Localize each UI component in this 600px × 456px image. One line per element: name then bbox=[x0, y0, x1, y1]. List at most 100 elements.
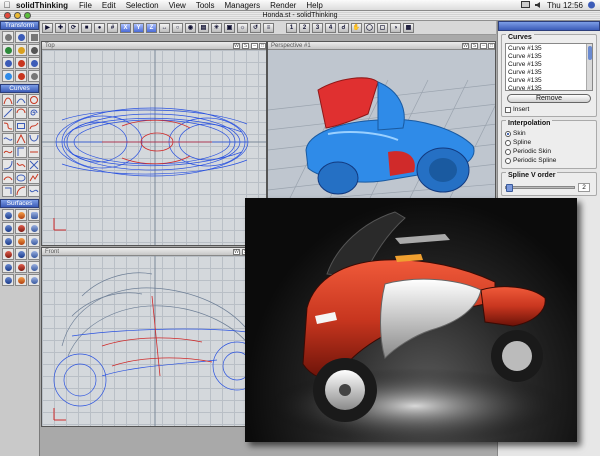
curve-tool[interactable] bbox=[15, 94, 27, 106]
menu-selection[interactable]: Selection bbox=[126, 1, 159, 10]
close-icon[interactable] bbox=[4, 12, 11, 19]
view-3-button[interactable]: 3 bbox=[312, 22, 323, 33]
radio-button[interactable] bbox=[505, 148, 511, 155]
options-tool-button[interactable]: ≡ bbox=[263, 22, 274, 33]
viewport-maximize-icon[interactable]: □ bbox=[488, 43, 495, 49]
radio-spline[interactable]: Spline bbox=[505, 138, 593, 147]
render-tool-button[interactable]: ☀ bbox=[211, 22, 222, 33]
curve-tool[interactable] bbox=[28, 133, 40, 145]
radio-periodic-spline[interactable]: Periodic Spline bbox=[505, 156, 593, 165]
orbit-tool-button[interactable]: ◯ bbox=[364, 22, 375, 33]
surface-tool[interactable] bbox=[2, 261, 14, 273]
curve-tool[interactable] bbox=[2, 120, 14, 132]
radio-button[interactable] bbox=[505, 139, 511, 146]
curve-tool[interactable] bbox=[2, 146, 14, 158]
grid-tool-button[interactable]: # bbox=[107, 22, 118, 33]
curve-tool[interactable] bbox=[2, 94, 14, 106]
transform-tool[interactable] bbox=[15, 57, 27, 69]
volume-icon[interactable] bbox=[534, 1, 543, 9]
palette-section-transform[interactable]: Transform bbox=[0, 21, 39, 30]
surface-tool[interactable] bbox=[28, 209, 40, 221]
insert-checkbox-row[interactable]: Insert bbox=[505, 106, 593, 113]
pan-tool-button[interactable]: ✋ bbox=[351, 22, 362, 33]
viewport-front[interactable]: Front W S – □ bbox=[41, 247, 267, 427]
axis-x-button[interactable]: X bbox=[120, 22, 131, 33]
surface-tool[interactable] bbox=[2, 209, 14, 221]
menu-managers[interactable]: Managers bbox=[225, 1, 261, 10]
camera-tool-button[interactable]: ▣ bbox=[224, 22, 235, 33]
palette-section-curves[interactable]: Curves bbox=[0, 84, 39, 93]
transform-tool[interactable] bbox=[28, 70, 40, 82]
curve-tool[interactable] bbox=[15, 159, 27, 171]
surface-tool[interactable] bbox=[15, 235, 27, 247]
surface-tool[interactable] bbox=[15, 274, 27, 286]
spline-order-slider[interactable] bbox=[505, 184, 575, 192]
curve-tool[interactable] bbox=[28, 185, 40, 197]
list-scrollbar[interactable] bbox=[586, 44, 592, 90]
app-menu[interactable]: solidThinking bbox=[16, 1, 68, 10]
surface-tool[interactable] bbox=[2, 274, 14, 286]
view-2-button[interactable]: 2 bbox=[299, 22, 310, 33]
curve-tool[interactable] bbox=[28, 172, 40, 184]
viewport-maximize-icon[interactable]: □ bbox=[259, 43, 266, 49]
measure-tool-button[interactable]: ↔ bbox=[159, 22, 170, 33]
zoom-icon[interactable] bbox=[24, 12, 31, 19]
scale-tool-button[interactable]: ■ bbox=[81, 22, 92, 33]
curve-tool[interactable] bbox=[2, 107, 14, 119]
curve-tool[interactable] bbox=[2, 159, 14, 171]
show-tool-button[interactable]: ◉ bbox=[185, 22, 196, 33]
transform-tool[interactable] bbox=[2, 70, 14, 82]
move-tool-button[interactable]: ✚ bbox=[55, 22, 66, 33]
curve-tool[interactable] bbox=[2, 185, 14, 197]
curve-tool[interactable] bbox=[28, 94, 40, 106]
radio-button[interactable] bbox=[505, 157, 511, 164]
surface-tool[interactable] bbox=[15, 261, 27, 273]
menu-view[interactable]: View bbox=[169, 1, 186, 10]
insert-checkbox[interactable] bbox=[505, 106, 511, 113]
axis-z-button[interactable]: Z bbox=[146, 22, 157, 33]
surface-tool[interactable] bbox=[2, 222, 14, 234]
curve-tool[interactable] bbox=[15, 185, 27, 197]
menu-render[interactable]: Render bbox=[270, 1, 296, 10]
axis-y-button[interactable]: Y bbox=[133, 22, 144, 33]
curve-tool[interactable] bbox=[15, 107, 27, 119]
select-tool-button[interactable]: ▶ bbox=[42, 22, 53, 33]
hide-tool-button[interactable]: ○ bbox=[172, 22, 183, 33]
view-1-button[interactable]: 1 bbox=[286, 22, 297, 33]
list-item[interactable]: Curve #135 bbox=[508, 69, 590, 77]
transform-tool[interactable] bbox=[15, 31, 27, 43]
curve-tool[interactable] bbox=[2, 172, 14, 184]
viewport-wire-icon[interactable]: W bbox=[233, 43, 240, 49]
viewport-minimize-icon[interactable]: – bbox=[480, 43, 487, 49]
clock[interactable]: Thu 12:56 bbox=[547, 1, 583, 10]
history-tool-button[interactable]: ↺ bbox=[250, 22, 261, 33]
transform-tool[interactable] bbox=[28, 31, 40, 43]
snap-tool-button[interactable]: ● bbox=[94, 22, 105, 33]
radio-periodic-skin[interactable]: Periodic Skin bbox=[505, 147, 593, 156]
transform-tool[interactable] bbox=[2, 57, 14, 69]
apple-icon[interactable]:  bbox=[0, 0, 14, 10]
radio-skin[interactable]: Skin bbox=[505, 129, 593, 138]
viewport-wire-icon[interactable]: W bbox=[462, 43, 469, 49]
surface-tool[interactable] bbox=[15, 209, 27, 221]
curve-tool[interactable] bbox=[28, 146, 40, 158]
transform-tool[interactable] bbox=[15, 44, 27, 56]
light-tool-button[interactable]: ☼ bbox=[237, 22, 248, 33]
spline-order-value[interactable]: 2 bbox=[578, 183, 590, 192]
surface-tool[interactable] bbox=[15, 248, 27, 260]
transform-tool[interactable] bbox=[15, 70, 27, 82]
panel-title-bar[interactable] bbox=[498, 21, 600, 31]
menu-file[interactable]: File bbox=[79, 1, 92, 10]
curve-tool[interactable] bbox=[28, 159, 40, 171]
rotate-tool-button[interactable]: ⟳ bbox=[68, 22, 79, 33]
surface-tool[interactable] bbox=[28, 235, 40, 247]
app-switcher-icon[interactable] bbox=[587, 1, 596, 9]
surface-tool[interactable] bbox=[28, 248, 40, 260]
wire-tool-button[interactable]: ▦ bbox=[403, 22, 414, 33]
viewport-solid-icon[interactable]: S bbox=[242, 43, 249, 49]
curve-tool[interactable] bbox=[28, 120, 40, 132]
surface-tool[interactable] bbox=[15, 222, 27, 234]
curve-tool[interactable] bbox=[15, 120, 27, 132]
viewport-top[interactable]: Top W S – □ bbox=[41, 41, 267, 246]
surface-tool[interactable] bbox=[28, 274, 40, 286]
